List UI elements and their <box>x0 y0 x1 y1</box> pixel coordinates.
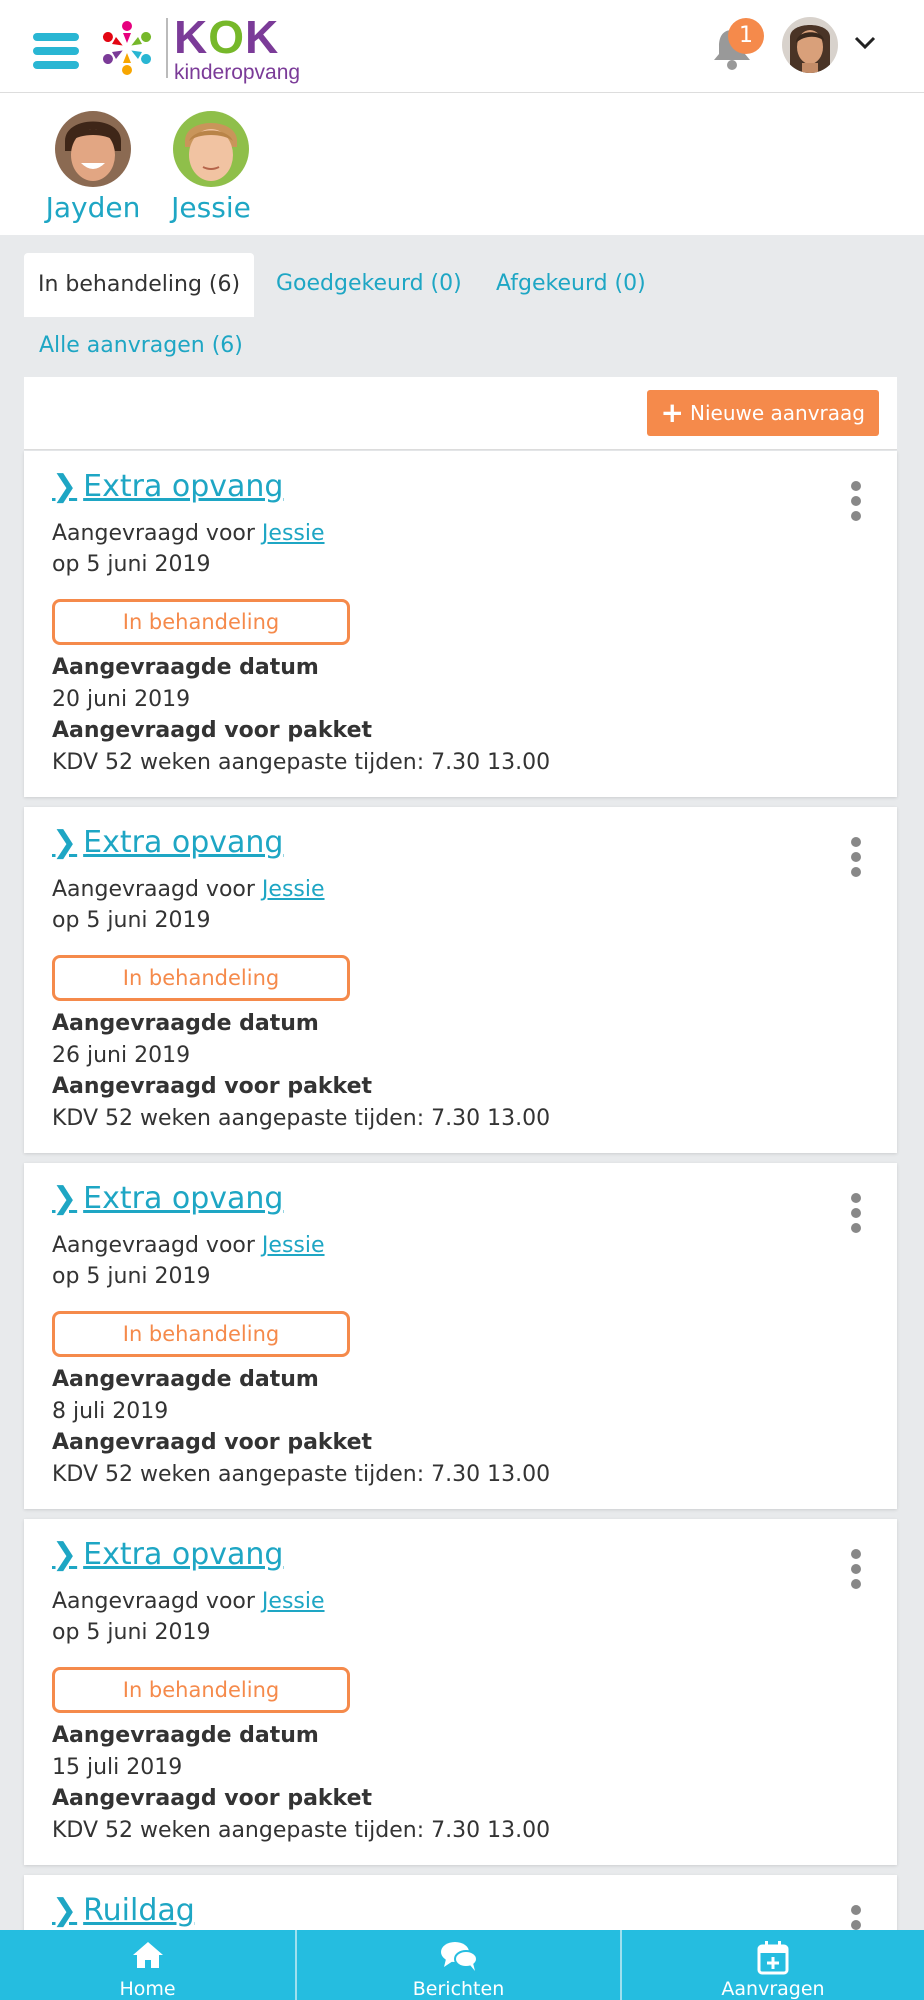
more-options-icon[interactable] <box>851 1549 863 1591</box>
requested-date: 15 juli 2019 <box>52 1755 183 1780</box>
more-options-icon[interactable] <box>851 1193 863 1235</box>
status-badge: In behandeling <box>52 1311 350 1357</box>
child-avatar <box>55 111 131 187</box>
logo-divider <box>166 18 168 78</box>
requested-on: op 5 juni 2019 <box>52 1264 211 1289</box>
home-icon <box>132 1942 163 1968</box>
notification-badge[interactable]: 1 <box>728 18 764 54</box>
child-jayden[interactable]: Jayden <box>38 111 148 224</box>
app-header: KOK kinderopvang 1 <box>0 0 924 93</box>
requested-on: op 5 juni 2019 <box>52 1620 211 1645</box>
package-label: Aangevraagd voor pakket <box>52 718 373 743</box>
child-link[interactable]: Jessie <box>262 877 325 902</box>
child-avatar <box>173 111 249 187</box>
date-label: Aangevraagde datum <box>52 1723 319 1748</box>
requested-for: Aangevraagd voor Jessie <box>52 521 325 546</box>
requested-date: 26 juni 2019 <box>52 1043 191 1068</box>
nav-label: Berichten <box>412 1978 505 2000</box>
logo-flower-icon <box>102 21 152 75</box>
requested-on: op 5 juni 2019 <box>52 552 211 577</box>
logo-title: KOK <box>174 10 280 63</box>
status-badge: In behandeling <box>52 599 350 645</box>
status-badge: In behandeling <box>52 1667 350 1713</box>
requested-for: Aangevraagd voor Jessie <box>52 1233 325 1258</box>
status-badge: In behandeling <box>52 955 350 1001</box>
more-options-icon[interactable] <box>851 481 863 523</box>
requests-toolbar: + Nieuwe aanvraag <box>24 377 897 450</box>
request-card: ❯ Extra opvang Aangevraagd voor Jessie op… <box>24 1163 897 1509</box>
chevron-right-icon: ❯ <box>52 825 78 860</box>
requested-for: Aangevraagd voor Jessie <box>52 877 325 902</box>
package-value: KDV 52 weken aangepaste tijden: 7.30 13.… <box>52 1462 551 1487</box>
nav-aanvragen[interactable]: Aanvragen <box>622 1930 924 2000</box>
logo-subtitle: kinderopvang <box>174 60 301 84</box>
request-title-link[interactable]: ❯ Extra opvang <box>52 1181 283 1216</box>
request-title-link[interactable]: ❯ Extra opvang <box>52 1537 283 1572</box>
nav-berichten[interactable]: Berichten <box>297 1930 620 2000</box>
more-options-icon[interactable] <box>851 837 863 879</box>
request-card: ❯ Extra opvang Aangevraagd voor Jessie op… <box>24 807 897 1153</box>
new-request-button[interactable]: + Nieuwe aanvraag <box>646 390 879 436</box>
child-name: Jayden <box>45 191 141 224</box>
kok-logo[interactable]: KOK kinderopvang <box>94 10 301 84</box>
requested-on: op 5 juni 2019 <box>52 908 211 933</box>
chevron-right-icon: ❯ <box>52 469 78 504</box>
calendar-plus-icon <box>757 1941 789 1975</box>
package-value: KDV 52 weken aangepaste tijden: 7.30 13.… <box>52 750 551 775</box>
child-link[interactable]: Jessie <box>262 1233 325 1258</box>
request-title-link[interactable]: ❯ Extra opvang <box>52 825 283 860</box>
plus-icon: + <box>660 396 685 429</box>
package-label: Aangevraagd voor pakket <box>52 1074 373 1099</box>
request-title-link[interactable]: ❯ Ruildag <box>52 1893 195 1928</box>
chevron-down-icon[interactable] <box>852 30 878 56</box>
request-title-link[interactable]: ❯ Extra opvang <box>52 469 283 504</box>
child-jessie[interactable]: Jessie <box>156 111 266 224</box>
bottom-navigation: Home Berichten Aanvragen <box>0 1930 924 2000</box>
package-value: KDV 52 weken aangepaste tijden: 7.30 13.… <box>52 1106 551 1131</box>
request-card: ❯ Extra opvang Aangevraagd voor Jessie op… <box>24 451 897 797</box>
tab-afgekeurd[interactable]: Afgekeurd (0) <box>496 271 646 296</box>
tab-alle-aanvragen[interactable]: Alle aanvragen (6) <box>39 333 243 358</box>
requested-date: 8 juli 2019 <box>52 1399 169 1424</box>
chat-icon <box>440 1942 478 1971</box>
date-label: Aangevraagde datum <box>52 1011 319 1036</box>
chevron-right-icon: ❯ <box>52 1181 78 1216</box>
package-value: KDV 52 weken aangepaste tijden: 7.30 13.… <box>52 1818 551 1843</box>
child-link[interactable]: Jessie <box>262 1589 325 1614</box>
requested-for: Aangevraagd voor Jessie <box>52 1589 325 1614</box>
package-label: Aangevraagd voor pakket <box>52 1786 373 1811</box>
tab-goedgekeurd[interactable]: Goedgekeurd (0) <box>276 271 462 296</box>
child-link[interactable]: Jessie <box>262 521 325 546</box>
new-request-label: Nieuwe aanvraag <box>690 401 865 425</box>
nav-label: Home <box>119 1978 176 2000</box>
package-label: Aangevraagd voor pakket <box>52 1430 373 1455</box>
tab-in-behandeling[interactable]: In behandeling (6) <box>24 253 255 317</box>
children-selector: Jayden Jessie <box>0 93 924 235</box>
date-label: Aangevraagde datum <box>52 655 319 680</box>
chevron-right-icon: ❯ <box>52 1893 78 1928</box>
user-avatar[interactable] <box>782 17 838 73</box>
chevron-right-icon: ❯ <box>52 1537 78 1572</box>
child-name: Jessie <box>171 191 251 224</box>
nav-home[interactable]: Home <box>0 1930 295 2000</box>
requested-date: 20 juni 2019 <box>52 687 191 712</box>
menu-icon[interactable] <box>33 33 79 73</box>
nav-label: Aanvragen <box>721 1978 825 2000</box>
date-label: Aangevraagde datum <box>52 1367 319 1392</box>
request-card: ❯ Extra opvang Aangevraagd voor Jessie op… <box>24 1519 897 1865</box>
